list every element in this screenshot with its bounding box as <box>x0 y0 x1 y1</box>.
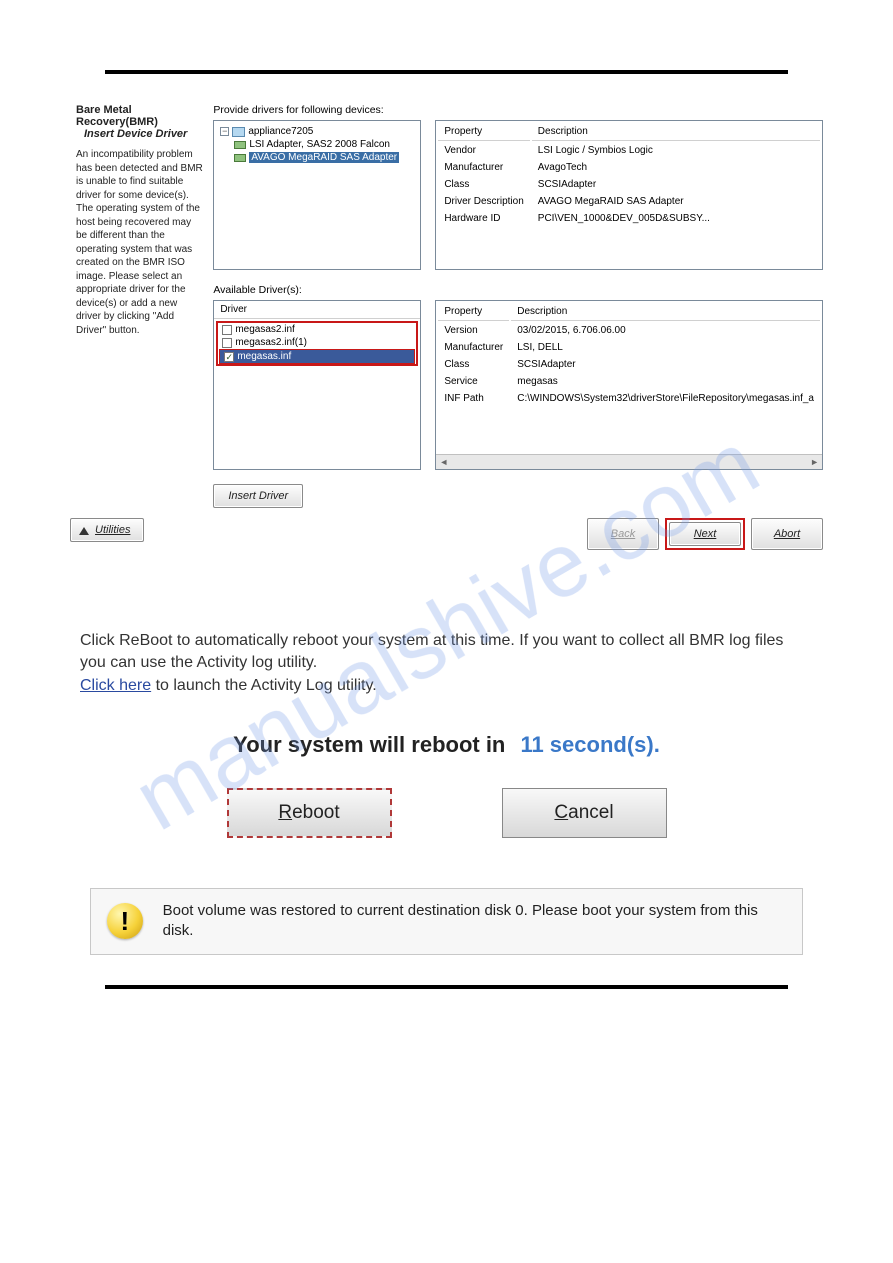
checkbox-icon[interactable] <box>222 338 232 348</box>
prop-header: Property <box>438 123 529 141</box>
countdown-label: Your system will reboot in <box>233 732 505 757</box>
insert-driver-button[interactable]: Insert Driver <box>213 484 303 508</box>
next-label: Next <box>694 528 717 540</box>
prop-header: Description <box>532 123 820 141</box>
prop-key: Manufacturer <box>438 340 509 355</box>
cancel-button[interactable]: Cancel <box>502 788 667 838</box>
triangle-up-icon <box>79 527 89 535</box>
activity-log-tail: to launch the Activity Log utility. <box>151 677 377 694</box>
prop-val: LSI, DELL <box>511 340 820 355</box>
prop-key: Version <box>438 323 509 338</box>
prop-key: Service <box>438 374 509 389</box>
device-tree-panel[interactable]: − appliance7205 LSI Adapter, SAS2 2008 F… <box>213 120 421 270</box>
abort-button[interactable]: Abort <box>751 518 823 550</box>
prop-val: PCI\VEN_1000&DEV_005D&SUBSY... <box>532 211 820 226</box>
driver-name: megasas2.inf(1) <box>235 337 307 348</box>
checkbox-checked-icon[interactable]: ✓ <box>224 352 234 362</box>
countdown-value: 11 second(s). <box>520 732 659 757</box>
prop-val: 03/02/2015, 6.706.06.00 <box>511 323 820 338</box>
driver-row-selected[interactable]: ✓ megasas.inf <box>219 349 415 364</box>
device-properties-panel: Property Description VendorLSI Logic / S… <box>435 120 823 270</box>
driver-list-panel[interactable]: Driver megasas2.inf megasas2.inf(1) ✓ <box>213 300 421 470</box>
driver-properties-panel: Property Description Version03/02/2015, … <box>435 300 823 470</box>
reboot-instruction: Click ReBoot to automatically reboot you… <box>80 630 813 675</box>
tree-item-label: LSI Adapter, SAS2 2008 Falcon <box>249 139 390 150</box>
back-label: Back <box>611 528 635 540</box>
driver-list-header: Driver <box>214 301 420 319</box>
collapse-icon[interactable]: − <box>220 127 229 136</box>
scroll-right-icon[interactable]: ► <box>810 457 819 467</box>
provide-devices-label: Provide drivers for following devices: <box>213 104 823 116</box>
adapter-icon <box>234 154 246 162</box>
warning-icon: ! <box>107 903 143 939</box>
prop-val: SCSIAdapter <box>511 357 820 372</box>
horizontal-scrollbar[interactable]: ◄► <box>436 454 822 469</box>
info-text: Boot volume was restored to current dest… <box>163 901 786 942</box>
reboot-button-tail: eboot <box>292 802 340 823</box>
next-button[interactable]: Next <box>669 522 741 546</box>
tree-item[interactable]: LSI Adapter, SAS2 2008 Falcon <box>220 138 414 151</box>
prop-val: LSI Logic / Symbios Logic <box>532 143 820 158</box>
computer-icon <box>232 127 245 137</box>
back-button: Back <box>587 518 659 550</box>
prop-key: Manufacturer <box>438 160 529 175</box>
utilities-button[interactable]: Utilities <box>70 518 144 542</box>
checkbox-icon[interactable] <box>222 325 232 335</box>
prop-val: C:\WINDOWS\System32\driverStore\FileRepo… <box>511 391 820 406</box>
bmr-dialog: Bare Metal Recovery(BMR) Insert Device D… <box>70 104 823 508</box>
prop-header: Description <box>511 303 820 321</box>
driver-name: megasas2.inf <box>235 324 294 335</box>
reboot-button[interactable]: Reboot <box>227 788 392 838</box>
abort-label: Abort <box>774 528 800 540</box>
driver-name: megasas.inf <box>237 351 291 362</box>
activity-log-link[interactable]: Click here <box>80 677 151 694</box>
available-drivers-label: Available Driver(s): <box>213 284 823 296</box>
prop-val: megasas <box>511 374 820 389</box>
scroll-left-icon[interactable]: ◄ <box>439 457 448 467</box>
divider-bottom <box>105 985 788 989</box>
tree-item-selected[interactable]: AVAGO MegaRAID SAS Adapter <box>220 151 414 164</box>
bmr-title: Bare Metal Recovery(BMR) <box>76 104 203 128</box>
prop-key: Class <box>438 357 509 372</box>
info-bar: ! Boot volume was restored to current de… <box>90 888 803 955</box>
adapter-icon <box>234 141 246 149</box>
prop-key: Vendor <box>438 143 529 158</box>
prop-val: AvagoTech <box>532 160 820 175</box>
cancel-button-tail: ancel <box>568 802 613 823</box>
tree-root-label: appliance7205 <box>248 126 313 137</box>
bmr-subtitle: Insert Device Driver <box>84 128 203 140</box>
bmr-description: An incompatibility problem has been dete… <box>76 148 203 337</box>
prop-key: INF Path <box>438 391 509 406</box>
prop-key: Hardware ID <box>438 211 529 226</box>
prop-key: Driver Description <box>438 194 529 209</box>
tree-item-label: AVAGO MegaRAID SAS Adapter <box>249 152 399 163</box>
prop-val: AVAGO MegaRAID SAS Adapter <box>532 194 820 209</box>
prop-key: Class <box>438 177 529 192</box>
utilities-label: Utilities <box>95 524 130 536</box>
prop-val: SCSIAdapter <box>532 177 820 192</box>
next-button-highlight: Next <box>665 518 745 550</box>
driver-row[interactable]: megasas2.inf <box>218 323 416 336</box>
driver-list-highlight: megasas2.inf megasas2.inf(1) ✓ megasas.i… <box>216 321 418 366</box>
divider-top <box>105 70 788 74</box>
prop-header: Property <box>438 303 509 321</box>
tree-root[interactable]: − appliance7205 <box>220 125 414 138</box>
driver-row[interactable]: megasas2.inf(1) <box>218 336 416 349</box>
